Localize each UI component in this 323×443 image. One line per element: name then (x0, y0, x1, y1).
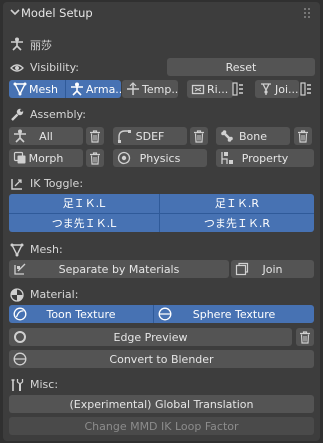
tab-joint[interactable]: Joi... (255, 80, 299, 98)
mesh-label: Mesh: (30, 243, 63, 256)
assemble-all-label: All (39, 129, 53, 143)
change-ik-loop-factor-button[interactable]: Change MMD IK Loop Factor (9, 417, 314, 435)
physics-icon (117, 151, 131, 165)
tab-armature[interactable]: Arma... (66, 80, 121, 98)
curve-icon (117, 129, 131, 143)
tab-temporary[interactable]: Temp... (122, 80, 178, 98)
join-icon (235, 262, 249, 276)
cross-axes-icon (126, 82, 140, 96)
assemble-physics-button[interactable]: Physics (113, 149, 207, 167)
ring-icon (13, 330, 27, 344)
delete-sdef-button[interactable] (190, 127, 208, 145)
material-sphere-icon (10, 288, 24, 302)
ik-toe-r-toggle[interactable]: つま先ＩＫ.R (160, 214, 314, 232)
toon-texture-toggle[interactable]: Toon Texture (9, 305, 153, 323)
assemble-physics-label: Physics (139, 151, 181, 165)
sphere-texture-label: Sphere Texture (192, 307, 276, 321)
delete-bone-button[interactable] (294, 127, 312, 145)
assemble-sdef-button[interactable]: SDEF (113, 127, 187, 145)
assemble-bone-button[interactable]: Bone (216, 127, 290, 145)
panel-header[interactable]: Model Setup (3, 2, 320, 24)
bone-icon (220, 129, 234, 143)
trash-icon (297, 129, 309, 143)
edge-preview-label: Edge Preview (113, 330, 188, 344)
join-button[interactable]: Join (231, 260, 314, 278)
eye-icon (10, 61, 24, 75)
toon-texture-label: Toon Texture (46, 307, 116, 321)
visibility-label: Visibility: (30, 61, 80, 74)
assemble-bone-label: Bone (238, 129, 267, 143)
trash-icon (89, 129, 101, 143)
join-label: Join (262, 262, 283, 276)
model-setup-panel: Model Setup 丽莎 Visibility: Reset Mesh Ar… (3, 2, 320, 441)
panel-title: Model Setup (21, 6, 93, 20)
armature-person-icon (13, 129, 27, 143)
global-translation-button[interactable]: (Experimental) Global Translation (9, 395, 314, 413)
assemble-all-button[interactable]: All (9, 127, 83, 145)
delete-morph-button[interactable] (86, 149, 104, 167)
assemble-property-label: Property (241, 151, 289, 165)
property-icon (220, 151, 234, 165)
trash-icon (193, 129, 205, 143)
restrict-view-icon[interactable] (299, 82, 313, 96)
sphere-icon (13, 352, 27, 366)
edge-preview-button[interactable]: Edge Preview (9, 328, 292, 346)
chevron-down-icon[interactable] (9, 6, 21, 18)
mesh-icon (10, 243, 24, 257)
tools-icon (10, 378, 24, 392)
convert-to-blender-label: Convert to Blender (109, 352, 214, 366)
tab-rigid-label: Ri... (207, 82, 229, 96)
trash-icon (299, 330, 311, 344)
ik-toe-l-toggle[interactable]: つま先ＩＫ.L (9, 214, 159, 232)
model-name: 丽莎 (30, 39, 52, 52)
separate-by-materials-button[interactable]: Separate by Materials (9, 260, 229, 278)
assembly-label: Assembly: (30, 108, 86, 121)
mesh-icon (13, 82, 27, 96)
ik-foot-r-toggle[interactable]: 足ＩＫ.R (160, 194, 314, 212)
ik-foot-l-toggle[interactable]: 足ＩＫ.L (9, 194, 159, 212)
tab-mesh-label: Mesh (29, 82, 58, 96)
ik-constraint-icon (10, 177, 24, 191)
separate-by-materials-label: Separate by Materials (58, 262, 180, 276)
assemble-morph-button[interactable]: Morph (9, 149, 83, 167)
sphere-texture-toggle[interactable]: Sphere Texture (154, 305, 314, 323)
tab-armature-label: Arma... (86, 82, 121, 96)
restrict-view-icon[interactable] (231, 82, 245, 96)
material-label: Material: (30, 288, 79, 301)
assemble-property-button[interactable]: Property (216, 149, 314, 167)
armature-person-icon (70, 82, 84, 96)
tab-mesh[interactable]: Mesh (9, 80, 65, 98)
separate-icon (13, 262, 27, 276)
tab-rigid[interactable]: Ri... (187, 80, 233, 98)
armature-person-icon (10, 37, 24, 51)
morph-icon (13, 151, 27, 165)
wrench-icon (10, 108, 24, 122)
ik-toggle-label: IK Toggle: (30, 177, 84, 190)
delete-all-button[interactable] (86, 127, 104, 145)
trash-icon (89, 151, 101, 165)
drag-handle-icon[interactable] (304, 8, 312, 18)
tab-joint-label: Joi... (275, 82, 299, 96)
convert-to-blender-button[interactable]: Convert to Blender (9, 350, 314, 368)
assemble-morph-label: Morph (28, 151, 64, 165)
tab-temporary-label: Temp... (142, 82, 178, 96)
visibility-reset-button[interactable]: Reset (167, 58, 315, 76)
joint-icon (259, 82, 273, 96)
sphere-icon (158, 307, 172, 321)
texture-icon (13, 307, 27, 321)
rigid-body-icon (191, 82, 205, 96)
delete-edge-preview-button[interactable] (296, 328, 314, 346)
assemble-sdef-label: SDEF (135, 129, 165, 143)
misc-label: Misc: (30, 378, 59, 391)
